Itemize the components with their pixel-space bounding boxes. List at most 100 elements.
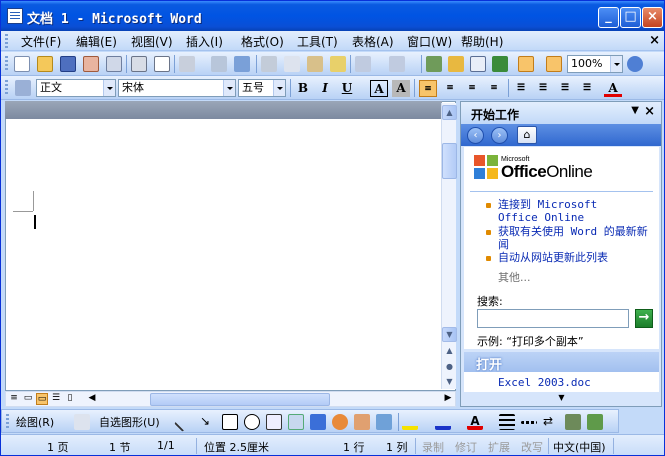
back-icon[interactable]: ‹ <box>467 127 484 144</box>
arrow-icon[interactable]: ↘ <box>200 414 216 430</box>
clip-art-icon[interactable] <box>354 414 370 430</box>
numbering-icon[interactable]: ☰ <box>512 80 530 97</box>
zoom-dropdown[interactable]: 100% <box>567 55 623 73</box>
maximize-button[interactable]: □ <box>620 7 641 28</box>
help-icon[interactable] <box>627 56 643 72</box>
font-color-button[interactable]: A <box>604 80 622 97</box>
italic-button[interactable]: I <box>316 80 334 97</box>
next-page-icon[interactable]: ▼ <box>442 375 457 390</box>
menu-insert[interactable]: 插入(I) <box>186 33 223 50</box>
line-icon[interactable] <box>174 412 194 432</box>
insert-excel-icon[interactable] <box>492 56 508 72</box>
align-center-button[interactable]: ≡ <box>441 80 459 97</box>
decrease-indent-icon[interactable]: ☰ <box>556 80 574 97</box>
undo-icon[interactable] <box>355 56 371 72</box>
font-size-dropdown[interactable]: 五号 <box>238 79 286 97</box>
scroll-left-icon[interactable]: ◀ <box>86 393 98 405</box>
task-pane-menu-icon[interactable]: ▼ <box>631 105 639 116</box>
toolbar-grip-icon[interactable] <box>5 80 8 96</box>
menu-file[interactable]: 文件(F) <box>21 33 61 50</box>
font-dropdown[interactable]: 宋体 <box>118 79 236 97</box>
scroll-right-icon[interactable]: ▶ <box>442 393 454 405</box>
horizontal-scrollbar[interactable]: ≡ ▭ ▭ ☰ ▯ ◀ ▶ <box>5 391 456 407</box>
traditional-chinese-icon[interactable] <box>179 56 195 72</box>
link-latest-news[interactable]: 获取有关使用 Word 的最新新闻 <box>498 225 650 251</box>
text-box-icon[interactable] <box>266 414 282 430</box>
task-pane-scroll-down-icon[interactable]: ▼ <box>464 392 659 405</box>
toolbar-grip-icon[interactable] <box>5 56 8 72</box>
styles-icon[interactable] <box>15 80 31 96</box>
recent-file-row[interactable]: Excel 2003.doc <box>464 372 659 392</box>
link-auto-update[interactable]: 自动从网站更新此列表 <box>498 251 650 264</box>
wordart-icon[interactable] <box>310 414 326 430</box>
email-icon[interactable] <box>106 56 122 72</box>
align-right-button[interactable]: ≡ <box>463 80 481 97</box>
character-border-button[interactable]: A <box>370 80 388 97</box>
forward-icon[interactable]: › <box>491 127 508 144</box>
status-trk[interactable]: 修订 <box>455 439 477 455</box>
save-icon[interactable] <box>60 56 76 72</box>
select-browse-object-icon[interactable]: ● <box>442 360 457 375</box>
line-color-icon[interactable] <box>435 414 451 430</box>
print-preview-icon[interactable] <box>154 56 170 72</box>
scroll-up-icon[interactable]: ▲ <box>442 105 457 120</box>
diagram-icon[interactable] <box>332 414 348 430</box>
vertical-text-box-icon[interactable] <box>288 414 304 430</box>
research-icon[interactable] <box>211 56 227 72</box>
print-icon[interactable] <box>131 56 147 72</box>
web-view-icon[interactable]: ▭ <box>22 393 34 405</box>
menu-format[interactable]: 格式(O) <box>241 33 284 50</box>
print-layout-icon[interactable]: ▭ <box>36 393 48 405</box>
status-ext[interactable]: 扩展 <box>488 439 510 455</box>
3d-style-icon[interactable] <box>587 414 603 430</box>
insert-table-icon[interactable] <box>470 56 486 72</box>
align-justify-button[interactable]: ≡ <box>419 80 437 97</box>
arrow-style-icon[interactable]: ⇄ <box>543 414 559 430</box>
open-section-header[interactable]: 打开 <box>464 352 659 373</box>
shadow-style-icon[interactable] <box>565 414 581 430</box>
oval-icon[interactable] <box>244 414 260 430</box>
format-painter-icon[interactable] <box>330 56 346 72</box>
copy-icon[interactable] <box>284 56 300 72</box>
close-document-button[interactable]: × <box>649 33 660 48</box>
insert-picture-icon[interactable] <box>376 414 392 430</box>
style-dropdown[interactable]: 正文 <box>36 79 116 97</box>
bullets-icon[interactable]: ☰ <box>534 80 552 97</box>
dash-style-icon[interactable] <box>521 421 537 424</box>
hyperlink-icon[interactable] <box>426 56 442 72</box>
drawing-icon[interactable] <box>518 56 534 72</box>
scroll-thumb[interactable] <box>150 393 330 406</box>
increase-indent-icon[interactable]: ☰ <box>578 80 596 97</box>
recent-file-link[interactable]: Excel 2003.doc <box>498 376 591 389</box>
search-go-button[interactable]: → <box>635 309 653 328</box>
home-icon[interactable]: ⌂ <box>517 126 537 144</box>
tables-borders-icon[interactable] <box>448 56 464 72</box>
paste-icon[interactable] <box>307 56 323 72</box>
scroll-thumb[interactable] <box>442 143 457 179</box>
character-shading-button[interactable]: A <box>392 80 410 97</box>
task-pane-close-button[interactable]: × <box>644 104 655 119</box>
reading-view-icon[interactable]: ▯ <box>64 393 76 405</box>
rectangle-icon[interactable] <box>222 414 238 430</box>
menu-table[interactable]: 表格(A) <box>352 33 394 50</box>
select-objects-icon[interactable] <box>74 414 90 430</box>
document-page[interactable] <box>9 121 441 389</box>
menu-grip-icon[interactable] <box>5 34 8 48</box>
font-color-icon[interactable]: A <box>467 414 483 430</box>
search-input[interactable] <box>477 309 629 328</box>
menu-window[interactable]: 窗口(W) <box>407 33 452 50</box>
normal-view-icon[interactable]: ≡ <box>8 393 20 405</box>
underline-button[interactable]: U <box>338 80 356 97</box>
menu-edit[interactable]: 编辑(E) <box>76 33 117 50</box>
menu-help[interactable]: 帮助(H) <box>461 33 503 50</box>
status-rec[interactable]: 录制 <box>422 439 444 455</box>
menu-tools[interactable]: 工具(T) <box>297 33 338 50</box>
redo-icon[interactable] <box>389 56 405 72</box>
fill-color-icon[interactable] <box>402 414 418 430</box>
new-icon[interactable] <box>14 56 30 72</box>
cut-icon[interactable] <box>261 56 277 72</box>
vertical-scrollbar[interactable]: ▲ ▼ ▲ ● ▼ <box>441 103 457 390</box>
draw-menu-button[interactable]: 绘图(R) <box>16 414 54 430</box>
toolbar-grip-icon[interactable] <box>6 414 9 430</box>
link-more[interactable]: 其他... <box>498 269 531 285</box>
